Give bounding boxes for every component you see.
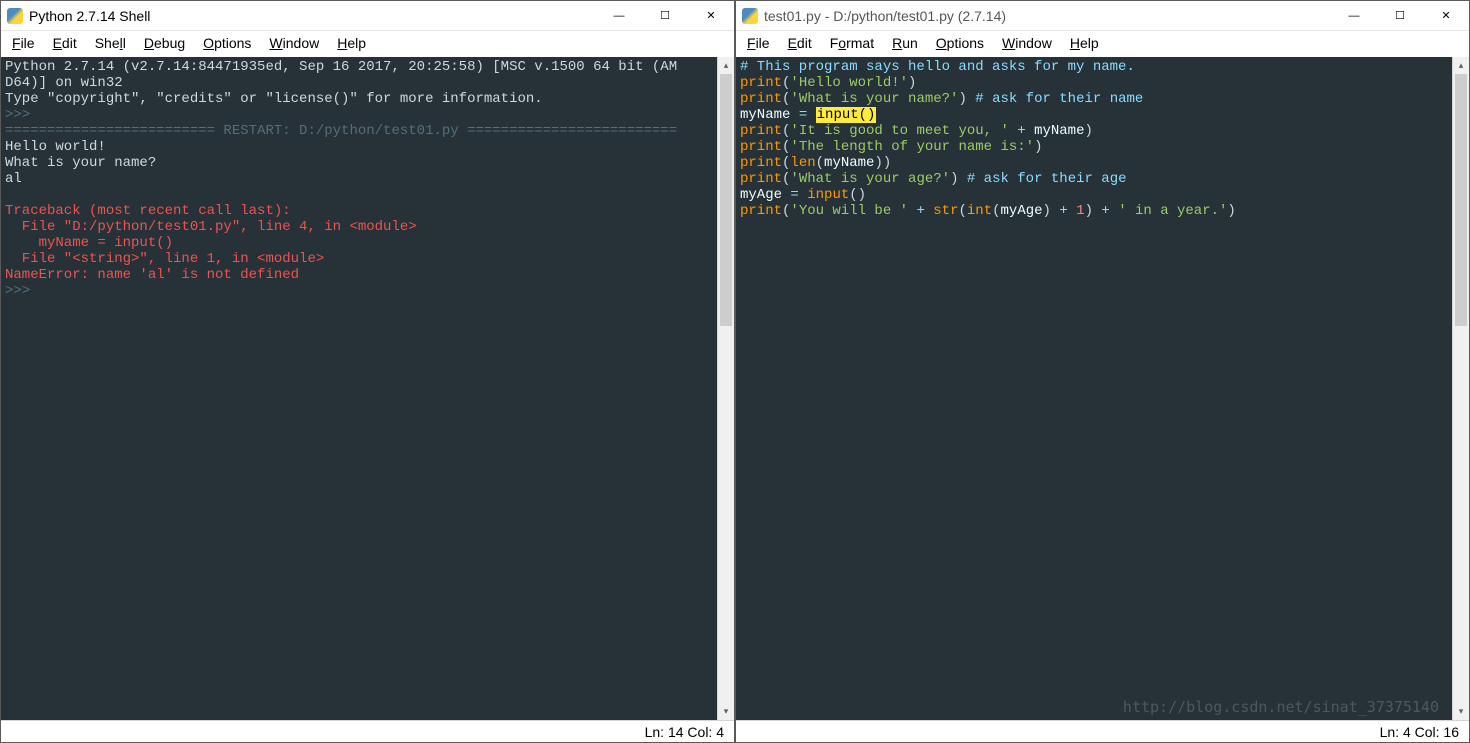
scrollbar-down-icon[interactable]: ▾ (1453, 703, 1469, 720)
menu-run[interactable]: Run (885, 33, 925, 53)
shell-menubar: File Edit Shell Debug Options Window Hel… (1, 31, 734, 57)
scrollbar-vertical[interactable]: ▴ ▾ (717, 57, 734, 720)
scrollbar-thumb[interactable] (1455, 74, 1467, 326)
minimize-button[interactable]: — (1331, 1, 1377, 31)
menu-edit[interactable]: Edit (46, 33, 84, 53)
editor-menubar: File Edit Format Run Options Window Help (736, 31, 1469, 57)
menu-window[interactable]: Window (262, 33, 326, 53)
editor-statusbar: Ln: 4 Col: 16 (736, 720, 1469, 742)
scrollbar-thumb[interactable] (720, 74, 732, 326)
scrollbar-up-icon[interactable]: ▴ (1453, 57, 1469, 74)
menu-help[interactable]: Help (1063, 33, 1106, 53)
menu-file[interactable]: File (5, 33, 42, 53)
close-button[interactable]: ✕ (688, 1, 734, 31)
menu-shell[interactable]: Shell (88, 33, 133, 53)
menu-options[interactable]: Options (929, 33, 991, 53)
menu-options[interactable]: Options (196, 33, 258, 53)
shell-titlebar[interactable]: Python 2.7.14 Shell — ☐ ✕ (1, 1, 734, 31)
scrollbar-down-icon[interactable]: ▾ (718, 703, 734, 720)
shell-window: Python 2.7.14 Shell — ☐ ✕ File Edit Shel… (0, 0, 735, 743)
python-icon (742, 8, 758, 24)
shell-title: Python 2.7.14 Shell (29, 8, 596, 24)
editor-titlebar[interactable]: test01.py - D:/python/test01.py (2.7.14)… (736, 1, 1469, 31)
maximize-button[interactable]: ☐ (1377, 1, 1423, 31)
python-icon (7, 8, 23, 24)
menu-window[interactable]: Window (995, 33, 1059, 53)
shell-status-text: Ln: 14 Col: 4 (645, 724, 724, 740)
editor-window: test01.py - D:/python/test01.py (2.7.14)… (735, 0, 1470, 743)
editor-title: test01.py - D:/python/test01.py (2.7.14) (764, 8, 1331, 24)
minimize-button[interactable]: — (596, 1, 642, 31)
shell-statusbar: Ln: 14 Col: 4 (1, 720, 734, 742)
scrollbar-vertical[interactable]: ▴ ▾ (1452, 57, 1469, 720)
menu-help[interactable]: Help (330, 33, 373, 53)
menu-debug[interactable]: Debug (137, 33, 192, 53)
close-button[interactable]: ✕ (1423, 1, 1469, 31)
menu-edit[interactable]: Edit (781, 33, 819, 53)
maximize-button[interactable]: ☐ (642, 1, 688, 31)
scrollbar-track[interactable] (718, 74, 734, 703)
code-editor[interactable]: # This program says hello and asks for m… (736, 57, 1452, 720)
scrollbar-up-icon[interactable]: ▴ (718, 57, 734, 74)
shell-editor[interactable]: Python 2.7.14 (v2.7.14:84471935ed, Sep 1… (1, 57, 717, 720)
editor-status-text: Ln: 4 Col: 16 (1380, 724, 1459, 740)
menu-file[interactable]: File (740, 33, 777, 53)
scrollbar-track[interactable] (1453, 74, 1469, 703)
menu-format[interactable]: Format (823, 33, 881, 53)
